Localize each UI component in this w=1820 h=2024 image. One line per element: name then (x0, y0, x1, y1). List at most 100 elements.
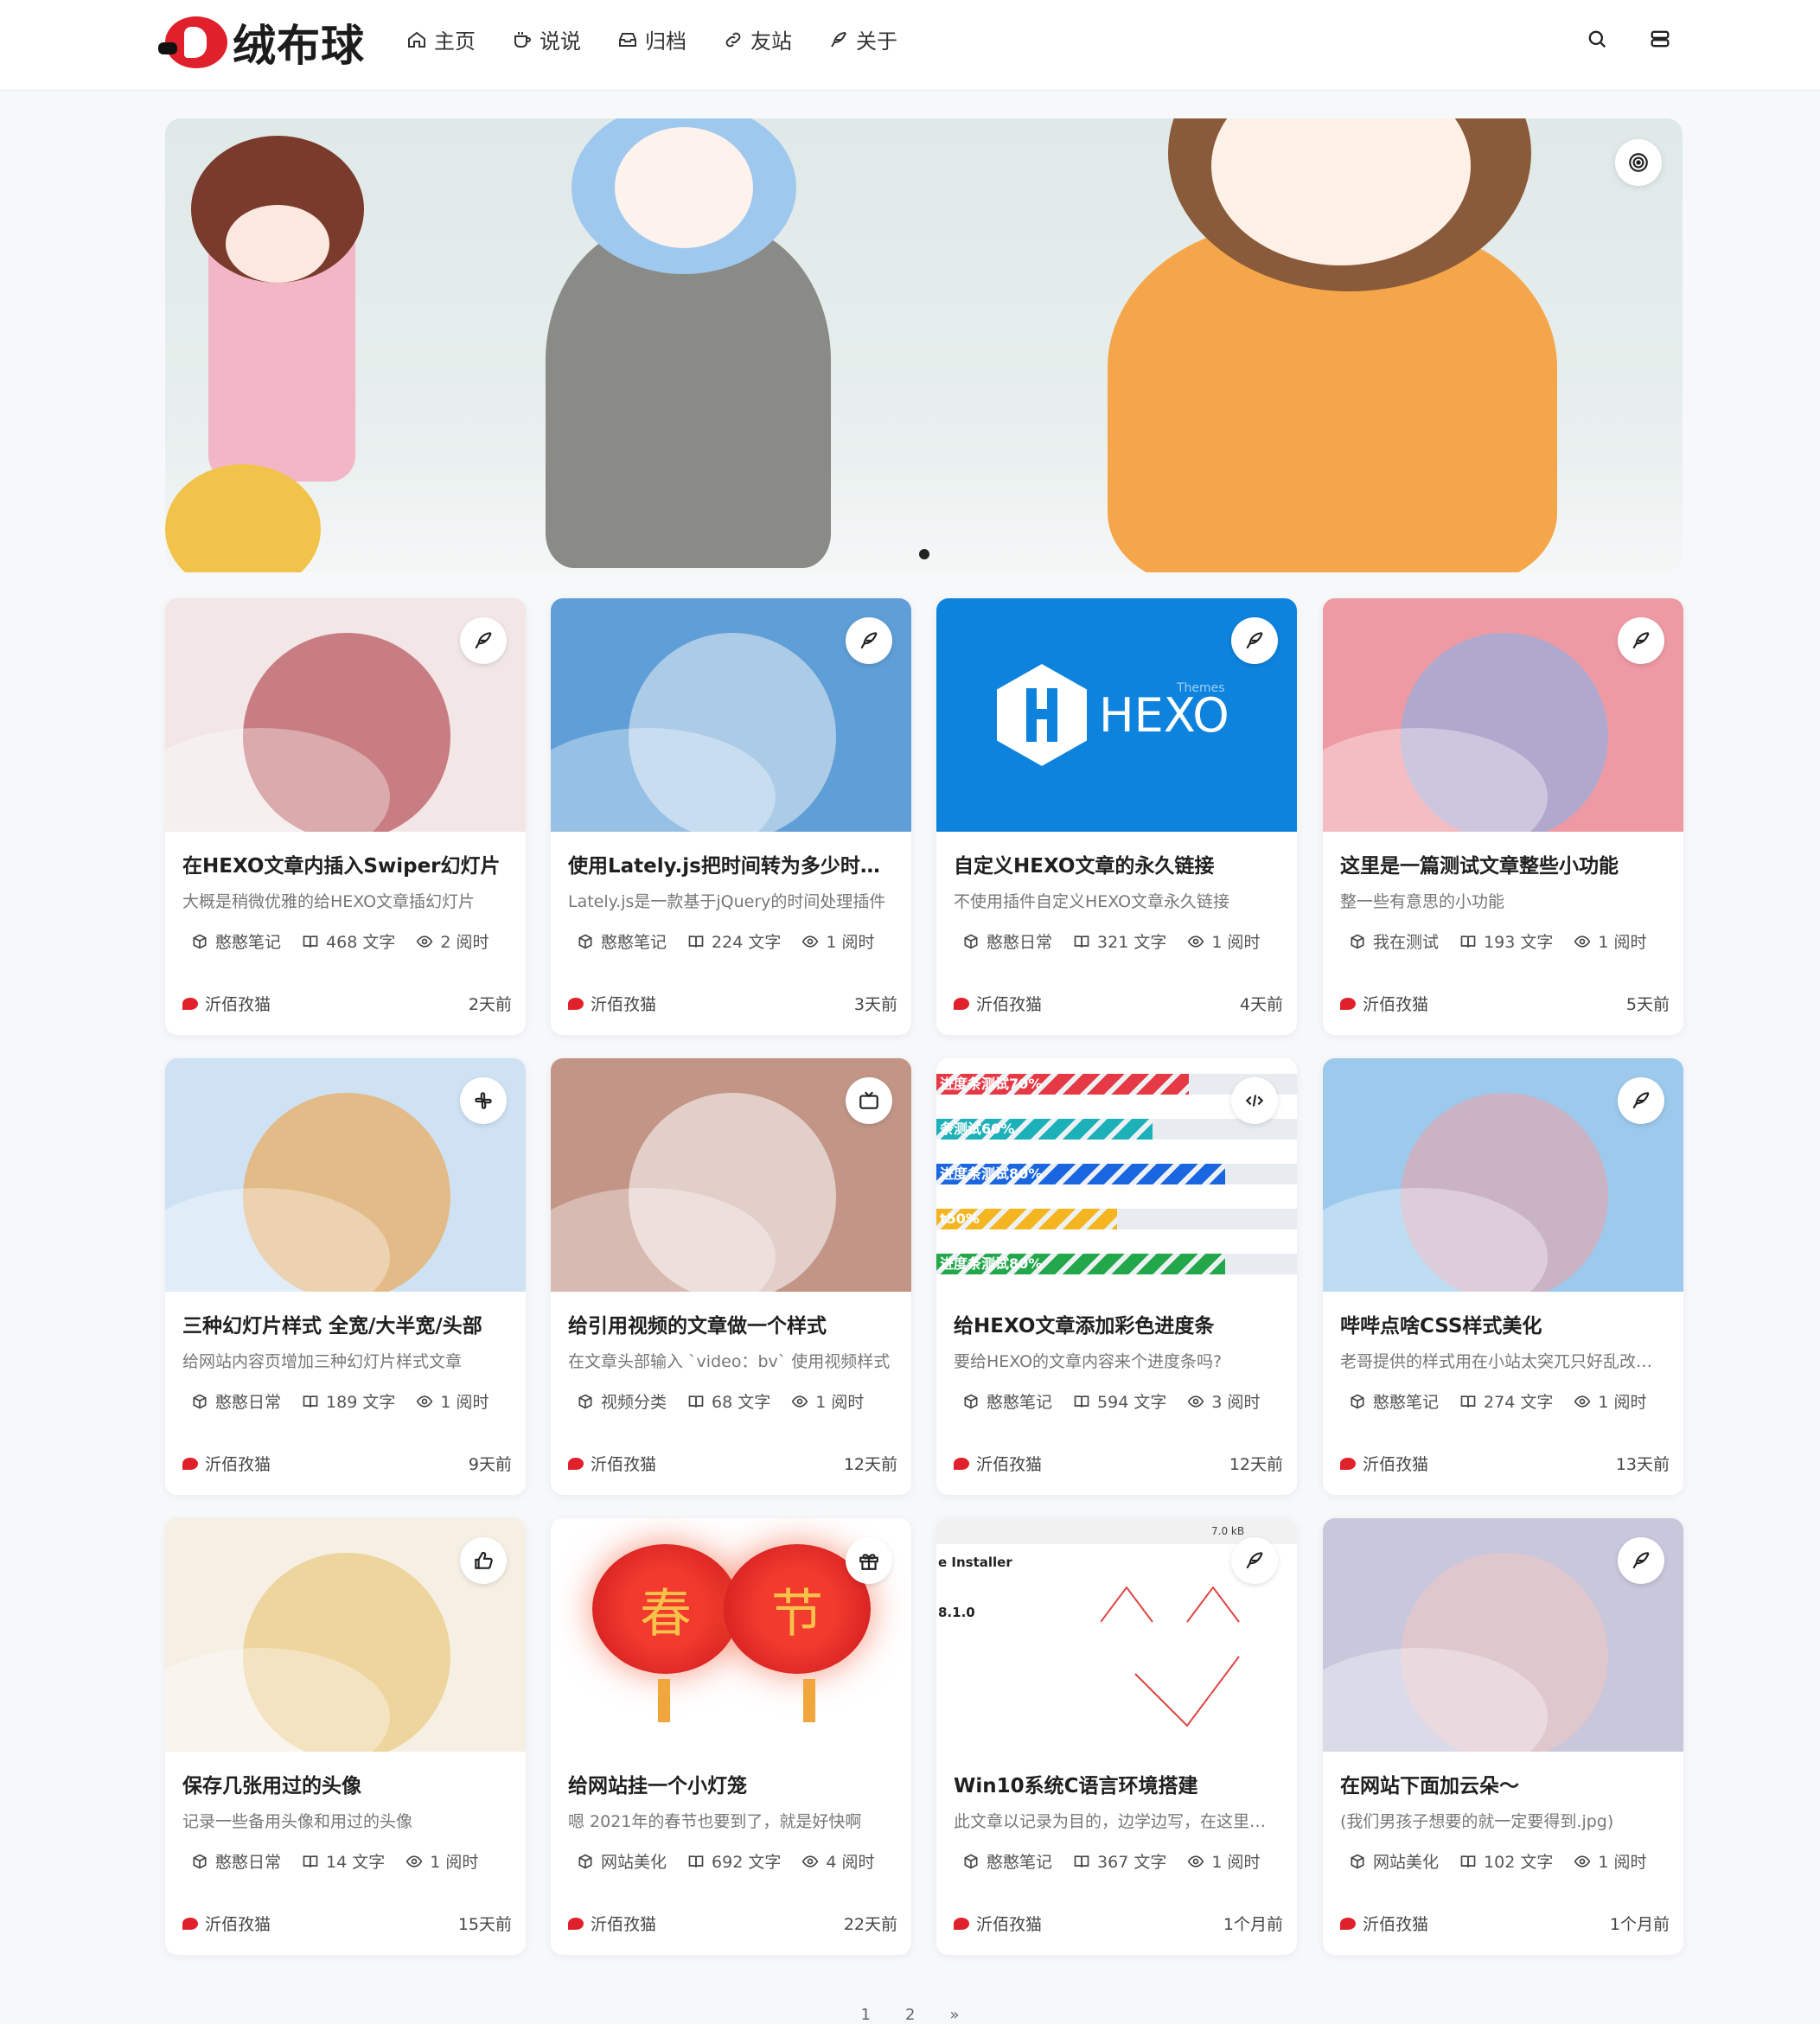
post-category[interactable]: 视频分类 (577, 1389, 667, 1413)
post-title[interactable]: 给网站挂一个小灯笼 (568, 1769, 894, 1798)
post-time: 2天前 (468, 995, 512, 1014)
post-cover-image[interactable]: 7.0 kB e Installer 8.1.0 (936, 1518, 1297, 1752)
author-avatar-icon (954, 1917, 969, 1930)
post-card[interactable]: 使用Lately.js把时间转为多少时间前 Lately.js是一款基于jQue… (551, 598, 911, 1035)
post-time: 12天前 (1229, 1455, 1283, 1474)
post-author[interactable]: 沂佰孜猫 (1340, 1912, 1428, 1935)
post-title[interactable]: 这里是一篇测试文章整些小功能 (1340, 849, 1666, 878)
post-type-badge[interactable] (1231, 1077, 1278, 1124)
thumbs-up-icon (475, 1551, 493, 1569)
post-title[interactable]: 自定义HEXO文章的永久链接 (954, 849, 1280, 878)
nav-item-moments[interactable]: 说说 (512, 24, 581, 54)
post-category[interactable]: 网站美化 (1349, 1849, 1439, 1873)
post-card[interactable]: 7.0 kB e Installer 8.1.0 Win10系统C语言环境搭建 … (936, 1518, 1297, 1955)
post-meta: 憨憨日常 189 文字 1 阅时 (191, 1389, 517, 1413)
post-cover-image[interactable] (551, 1058, 911, 1292)
post-category[interactable]: 憨憨日常 (191, 1849, 281, 1873)
post-type-badge[interactable] (846, 617, 892, 664)
post-type-badge[interactable] (1618, 617, 1664, 664)
post-category[interactable]: 网站美化 (577, 1849, 667, 1873)
post-title[interactable]: 在HEXO文章内插入Swiper幻灯片 (182, 849, 508, 878)
menu-button[interactable] (1634, 17, 1686, 61)
page-link[interactable]: 2 (905, 2006, 915, 2024)
post-cover-image[interactable] (165, 1058, 526, 1292)
post-type-badge[interactable] (460, 1077, 507, 1124)
post-category[interactable]: 憨憨日常 (962, 929, 1052, 953)
post-card[interactable]: 在网站下面加云朵～ (我们男孩子想要的就一定要得到.jpg) 网站美化 102 … (1323, 1518, 1683, 1955)
post-cover-image[interactable] (1323, 1058, 1683, 1292)
next-page-link[interactable]: » (949, 2006, 959, 2024)
page-link[interactable]: 1 (861, 2006, 871, 2024)
post-category[interactable]: 憨憨笔记 (191, 929, 281, 953)
post-author[interactable]: 沂佰孜猫 (954, 1912, 1042, 1935)
post-cover-image[interactable] (165, 1518, 526, 1752)
post-category[interactable]: 憨憨笔记 (962, 1389, 1052, 1413)
post-card[interactable]: 春 节 给网站挂一个小灯笼 嗯 2021年的春节也要到了，就是好快啊 网站美化 … (551, 1518, 911, 1955)
banner-badge[interactable] (1615, 139, 1662, 186)
post-title[interactable]: 给引用视频的文章做一个样式 (568, 1309, 894, 1338)
post-type-badge[interactable] (1231, 1537, 1278, 1584)
post-type-badge[interactable] (1618, 1537, 1664, 1584)
post-type-badge[interactable] (846, 1537, 892, 1584)
post-author[interactable]: 沂佰孜猫 (1340, 992, 1428, 1015)
post-card[interactable]: HEXO Themes 自定义HEXO文章的永久链接 不使用插件自定义HEXO文… (936, 598, 1297, 1035)
post-cover-image[interactable] (551, 598, 911, 832)
post-author[interactable]: 沂佰孜猫 (954, 992, 1042, 1015)
post-author[interactable]: 沂佰孜猫 (568, 1452, 656, 1475)
post-title[interactable]: 三种幻灯片样式 全宽/大半宽/头部 (182, 1309, 508, 1338)
post-author[interactable]: 沂佰孜猫 (1340, 1452, 1428, 1475)
post-type-badge[interactable] (846, 1077, 892, 1124)
post-category[interactable]: 我在测试 (1349, 929, 1439, 953)
post-author[interactable]: 沂佰孜猫 (954, 1452, 1042, 1475)
pagination: 1 2 » (0, 2006, 1820, 2024)
post-title[interactable]: Win10系统C语言环境搭建 (954, 1769, 1280, 1798)
post-type-badge[interactable] (1618, 1077, 1664, 1124)
post-title[interactable]: 保存几张用过的头像 (182, 1769, 508, 1798)
post-author[interactable]: 沂佰孜猫 (182, 1452, 271, 1475)
post-card[interactable]: 哔哔点啥CSS样式美化 老哥提供的样式用在小站太突兀只好乱改一通 憨憨笔记 27… (1323, 1058, 1683, 1495)
search-button[interactable] (1571, 17, 1623, 61)
post-cover-image[interactable] (1323, 1518, 1683, 1752)
post-read-time: 1 阅时 (801, 929, 874, 953)
post-card[interactable]: 进度条测试70% 条测试60% 进度条测试80% t50% 进度条测试80% 给… (936, 1058, 1297, 1495)
post-description: 大概是稍微优雅的给HEXO文章插幻灯片 (182, 892, 476, 911)
hero-banner[interactable] (165, 118, 1683, 572)
post-type-badge[interactable] (1231, 617, 1278, 664)
post-title[interactable]: 使用Lately.js把时间转为多少时间前 (568, 849, 894, 878)
post-category[interactable]: 憨憨笔记 (962, 1849, 1052, 1873)
post-category[interactable]: 憨憨笔记 (577, 929, 667, 953)
post-read-time: 4 阅时 (801, 1849, 874, 1873)
post-title[interactable]: 在网站下面加云朵～ (1340, 1769, 1666, 1798)
post-type-badge[interactable] (460, 1537, 507, 1584)
post-card[interactable]: 给引用视频的文章做一个样式 在文章头部输入 `video：bv` 使用视频样式 … (551, 1058, 911, 1495)
post-title[interactable]: 哔哔点啥CSS样式美化 (1340, 1309, 1666, 1338)
book-icon (688, 1855, 704, 1868)
post-cover-image[interactable] (165, 598, 526, 832)
post-title[interactable]: 给HEXO文章添加彩色进度条 (954, 1309, 1280, 1338)
post-time: 1个月前 (1609, 1915, 1670, 1934)
post-author[interactable]: 沂佰孜猫 (568, 992, 656, 1015)
feather-icon (1246, 632, 1263, 649)
post-category[interactable]: 憨憨日常 (191, 1389, 281, 1413)
post-type-badge[interactable] (460, 617, 507, 664)
post-cover-image[interactable]: HEXO Themes (936, 598, 1297, 832)
post-cover-image[interactable]: 进度条测试70% 条测试60% 进度条测试80% t50% 进度条测试80% (936, 1058, 1297, 1292)
post-card[interactable]: 这里是一篇测试文章整些小功能 整一些有意思的小功能 我在测试 193 文字 1 … (1323, 598, 1683, 1035)
post-card[interactable]: 保存几张用过的头像 记录一些备用头像和用过的头像 憨憨日常 14 文字 1 阅时… (165, 1518, 526, 1955)
category-icon (1351, 934, 1364, 948)
post-author[interactable]: 沂佰孜猫 (182, 992, 271, 1015)
nav-item-home[interactable]: 主页 (406, 24, 476, 54)
post-author[interactable]: 沂佰孜猫 (568, 1912, 656, 1935)
site-logo[interactable]: 绒布球 (158, 12, 365, 73)
post-card[interactable]: 三种幻灯片样式 全宽/大半宽/头部 给网站内容页增加三种幻灯片样式文章 憨憨日常… (165, 1058, 526, 1495)
author-avatar-icon (182, 1457, 198, 1470)
nav-item-about[interactable]: 关于 (828, 24, 897, 54)
nav-item-archive[interactable]: 归档 (617, 24, 686, 54)
post-cover-image[interactable]: 春 节 (551, 1518, 911, 1752)
post-category[interactable]: 憨憨笔记 (1349, 1389, 1439, 1413)
post-card[interactable]: 在HEXO文章内插入Swiper幻灯片 大概是稍微优雅的给HEXO文章插幻灯片 … (165, 598, 526, 1035)
slide-indicator[interactable] (919, 549, 929, 559)
post-author[interactable]: 沂佰孜猫 (182, 1912, 271, 1935)
nav-item-friends[interactable]: 友站 (723, 24, 792, 54)
post-cover-image[interactable] (1323, 598, 1683, 832)
